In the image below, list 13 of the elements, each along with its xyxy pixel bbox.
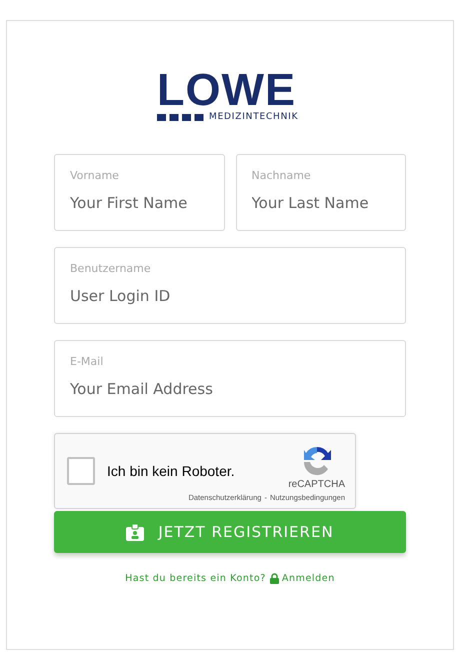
logo-wordmark: LOWE xyxy=(157,71,296,109)
id-badge-icon xyxy=(126,524,144,540)
squares-icon xyxy=(157,114,205,120)
field-label: Benutzername xyxy=(70,262,152,275)
captcha-label: Ich bin kein Roboter. xyxy=(107,463,236,479)
recaptcha-brand: reCAPTCHA xyxy=(288,479,345,490)
logo-subtitle: MEDIZINTECHNIK xyxy=(209,112,298,122)
field-label: E-Mail xyxy=(70,355,104,368)
account-question: Hast du bereits ein Konto? xyxy=(125,573,266,584)
field-label: Vorname xyxy=(70,169,120,182)
lock-icon xyxy=(270,573,279,584)
captcha-checkbox[interactable] xyxy=(67,457,95,485)
field-label: Nachname xyxy=(252,169,312,182)
